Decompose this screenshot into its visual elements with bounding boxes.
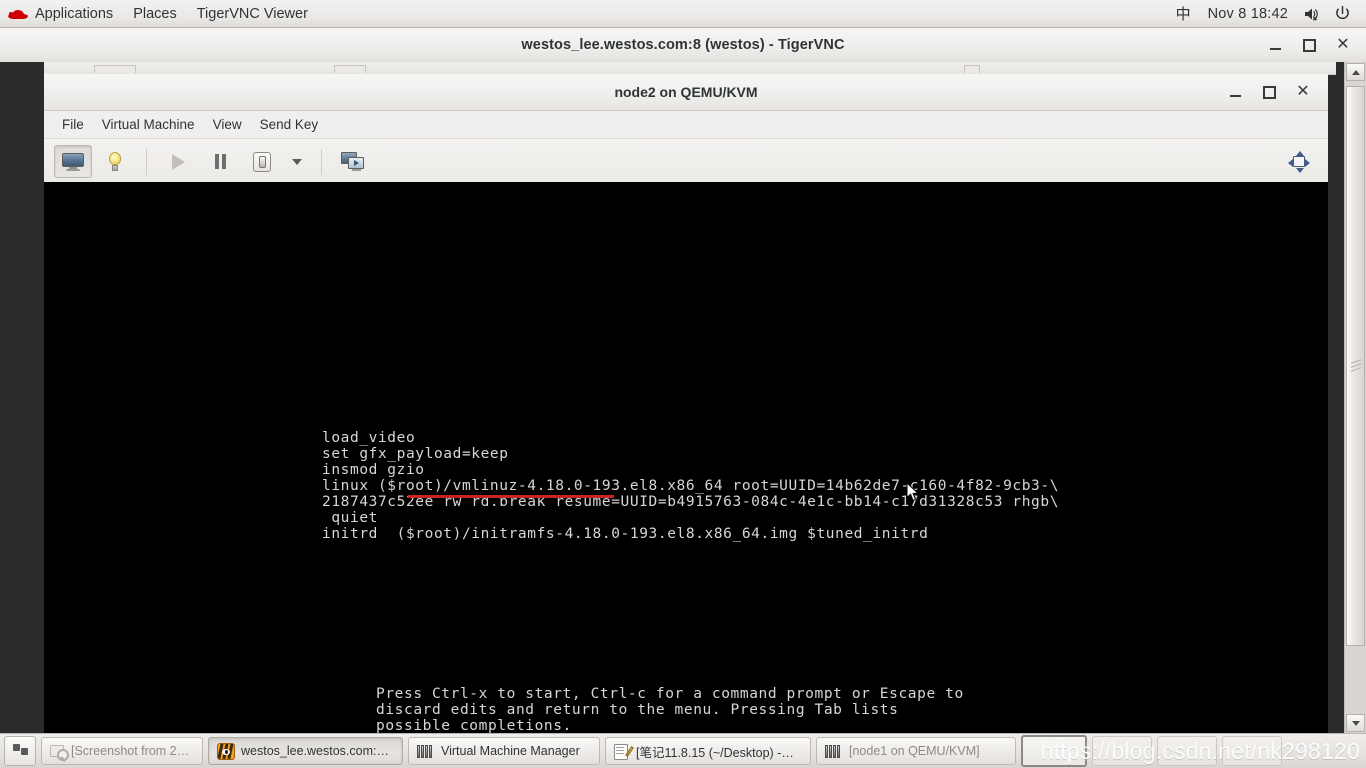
taskbar-item-virt-manager[interactable]: Virtual Machine Manager — [408, 737, 600, 765]
places-menu[interactable]: Places — [123, 0, 187, 27]
taskbar-item-label: [笔记11.8.15 (~/Desktop) -… — [636, 745, 794, 760]
vm-close-button[interactable]: ✕ — [1286, 79, 1320, 105]
pause-icon — [214, 154, 226, 169]
vm-window-title: node2 on QEMU/KVM — [614, 84, 758, 100]
gedit-icon — [614, 743, 634, 760]
vmm-icon — [825, 744, 843, 758]
play-icon — [171, 153, 185, 170]
snapshots-icon — [341, 151, 365, 172]
applications-menu-label: Applications — [35, 5, 114, 22]
power-icon[interactable] — [1327, 5, 1358, 22]
menu-send-key[interactable]: Send Key — [252, 114, 327, 135]
active-app-menu-label: TigerVNC Viewer — [196, 5, 308, 22]
taskbar-empty-slot-1[interactable] — [1021, 735, 1087, 767]
fullscreen-button[interactable] — [1280, 145, 1318, 178]
tigervnc-window-controls: ✕ — [1258, 28, 1360, 62]
tigervnc-close-button[interactable]: ✕ — [1326, 32, 1360, 58]
lightbulb-icon — [107, 151, 123, 172]
scroll-up-arrow[interactable] — [1346, 63, 1365, 81]
resize-icon — [1288, 150, 1310, 173]
tigervnc-icon — [217, 742, 235, 760]
taskbar-item-gedit-notes[interactable]: [笔记11.8.15 (~/Desktop) -… — [605, 737, 811, 765]
virt-manager-console-window: node2 on QEMU/KVM ✕ File Virtual Machine… — [44, 74, 1328, 733]
taskbar-item-label: [node1 on QEMU/KVM] — [849, 744, 980, 758]
taskbar-empty-slot-4[interactable] — [1222, 736, 1282, 766]
show-desktop-button[interactable] — [4, 736, 36, 766]
clock-label[interactable]: Nov 8 18:42 — [1200, 6, 1296, 22]
taskbar-item-screenshot[interactable]: [Screenshot from 2020-11… — [41, 737, 203, 765]
tigervnc-remote-desktop[interactable]: node2 on QEMU/KVM ✕ File Virtual Machine… — [0, 62, 1366, 733]
show-desktop-icon — [12, 744, 28, 758]
vm-minimize-button[interactable] — [1218, 79, 1252, 105]
taskbar-item-tigervnc[interactable]: westos_lee.westos.com:8 (… — [208, 737, 403, 765]
gnome-top-panel: Applications Places TigerVNC Viewer 中 No… — [0, 0, 1366, 28]
vm-window-controls: ✕ — [1218, 74, 1320, 110]
taskbar-empty-slot-3[interactable] — [1157, 736, 1217, 766]
show-details-button[interactable] — [96, 145, 134, 178]
scrollbar-grip-icon — [1351, 359, 1361, 372]
tigervnc-minimize-button[interactable] — [1258, 32, 1292, 58]
tigervnc-maximize-button[interactable] — [1292, 32, 1326, 58]
shutdown-button[interactable] — [243, 145, 281, 178]
volume-muted-icon[interactable] — [1296, 6, 1327, 22]
taskbar-item-label: [Screenshot from 2020-11… — [71, 744, 194, 758]
panel-left-group: Applications Places TigerVNC Viewer — [0, 0, 318, 27]
vm-toolbar — [44, 139, 1328, 185]
tigervnc-window: westos_lee.westos.com:8 (westos) - Tiger… — [0, 28, 1366, 733]
remote-desktop-background-right — [1328, 62, 1344, 733]
vm-menubar: File Virtual Machine View Send Key — [44, 111, 1328, 139]
console-view-button[interactable] — [54, 145, 92, 178]
remote-desktop-background-left — [0, 62, 44, 733]
shutdown-icon — [253, 151, 271, 172]
monitor-icon — [62, 152, 84, 171]
places-menu-label: Places — [133, 5, 177, 22]
vm-window-titlebar[interactable]: node2 on QEMU/KVM ✕ — [44, 74, 1328, 111]
menu-virtual-machine[interactable]: Virtual Machine — [94, 114, 203, 135]
screen-root: Applications Places TigerVNC Viewer 中 No… — [0, 0, 1366, 768]
vm-maximize-button[interactable] — [1252, 79, 1286, 105]
scrollbar-thumb[interactable] — [1346, 86, 1365, 646]
menu-view[interactable]: View — [205, 114, 250, 135]
taskbar-item-label: westos_lee.westos.com:8 (… — [241, 744, 394, 758]
taskbar-item-label: Virtual Machine Manager — [441, 744, 580, 758]
screenshot-icon — [50, 744, 69, 762]
chevron-down-icon — [292, 158, 302, 165]
run-button[interactable] — [159, 145, 197, 178]
tigervnc-title: westos_lee.westos.com:8 (westos) - Tiger… — [521, 37, 845, 53]
input-method-icon[interactable]: 中 — [1167, 3, 1200, 24]
grub-help-text: Press Ctrl-x to start, Ctrl-c for a comm… — [376, 685, 964, 734]
applications-menu[interactable]: Applications — [0, 0, 123, 27]
pause-button[interactable] — [201, 145, 239, 178]
bottom-taskbar: [Screenshot from 2020-11… westos_lee.wes… — [0, 733, 1366, 768]
toolbar-separator-1 — [146, 148, 147, 175]
active-app-menu[interactable]: TigerVNC Viewer — [187, 0, 318, 27]
grub-kernel-command-text: load_video set gfx_payload=keep insmod g… — [322, 429, 1060, 542]
toolbar-separator-2 — [321, 148, 322, 175]
redhat-logo-icon — [8, 6, 28, 22]
panel-right-group: 中 Nov 8 18:42 — [1167, 0, 1366, 27]
shutdown-menu-button[interactable] — [285, 145, 309, 178]
vmm-icon — [417, 744, 435, 758]
rd-break-highlight-underline — [408, 495, 614, 498]
menu-file[interactable]: File — [54, 114, 92, 135]
taskbar-empty-slot-2[interactable] — [1092, 736, 1152, 766]
guest-console-screen[interactable]: load_video set gfx_payload=keep insmod g… — [44, 182, 1328, 733]
vnc-vertical-scrollbar[interactable] — [1344, 62, 1366, 733]
taskbar-item-node1[interactable]: [node1 on QEMU/KVM] — [816, 737, 1016, 765]
snapshots-button[interactable] — [334, 145, 372, 178]
tigervnc-titlebar[interactable]: westos_lee.westos.com:8 (westos) - Tiger… — [0, 28, 1366, 63]
scroll-down-arrow[interactable] — [1346, 714, 1365, 732]
